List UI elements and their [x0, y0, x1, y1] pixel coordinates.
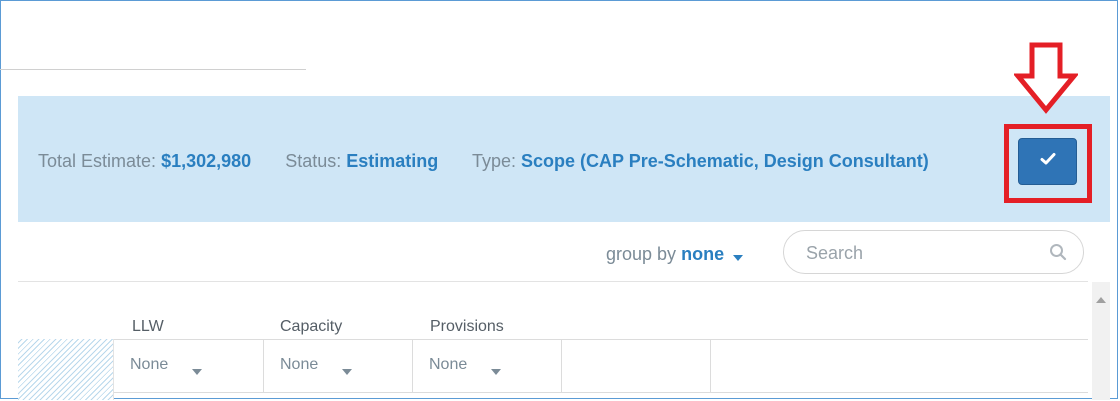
- estimate-summary-bar: Total Estimate: $1,302,980 Status: Estim…: [18, 96, 1110, 222]
- search-icon[interactable]: [1049, 243, 1067, 266]
- column-header-capacity[interactable]: Capacity: [280, 318, 342, 336]
- filter-llw[interactable]: None: [114, 340, 264, 392]
- search-box[interactable]: [783, 230, 1084, 274]
- header-divider: [0, 69, 306, 70]
- vertical-scrollbar[interactable]: [1092, 282, 1110, 400]
- filter-value: None: [429, 356, 468, 373]
- group-by-label: group by: [606, 244, 677, 264]
- hatched-cell: [18, 339, 114, 400]
- checkmark-icon: [1040, 152, 1056, 171]
- filter-value: None: [280, 356, 319, 373]
- chevron-down-icon: [491, 362, 501, 380]
- scroll-up-icon[interactable]: [1096, 290, 1106, 308]
- filter-value: None: [130, 356, 169, 373]
- column-header-provisions[interactable]: Provisions: [430, 318, 504, 336]
- filter-capacity[interactable]: None: [264, 340, 413, 392]
- type-label: Type:: [471, 151, 516, 171]
- total-estimate-label: Total Estimate:: [38, 151, 157, 171]
- group-by-value: none: [681, 244, 725, 264]
- filter-row: None None None: [114, 339, 1088, 393]
- status-value: Estimating: [346, 151, 439, 171]
- chevron-down-icon: [733, 245, 744, 266]
- search-input[interactable]: [804, 239, 1038, 267]
- data-grid: LLW Capacity Provisions None None None: [18, 282, 1088, 400]
- total-estimate-value: $1,302,980: [161, 151, 252, 171]
- status-label: Status:: [285, 151, 342, 171]
- chevron-down-icon: [342, 362, 352, 380]
- column-header-llw[interactable]: LLW: [132, 318, 164, 336]
- group-by-dropdown[interactable]: group by none: [606, 244, 744, 266]
- filter-empty: [562, 340, 711, 392]
- summary-text: Total Estimate: $1,302,980 Status: Estim…: [38, 150, 929, 172]
- down-arrow-icon: [1012, 42, 1080, 119]
- filter-provisions[interactable]: None: [413, 340, 562, 392]
- chevron-down-icon: [192, 362, 202, 380]
- confirm-button[interactable]: [1018, 138, 1077, 185]
- type-value: Scope (CAP Pre-Schematic, Design Consult…: [521, 151, 929, 171]
